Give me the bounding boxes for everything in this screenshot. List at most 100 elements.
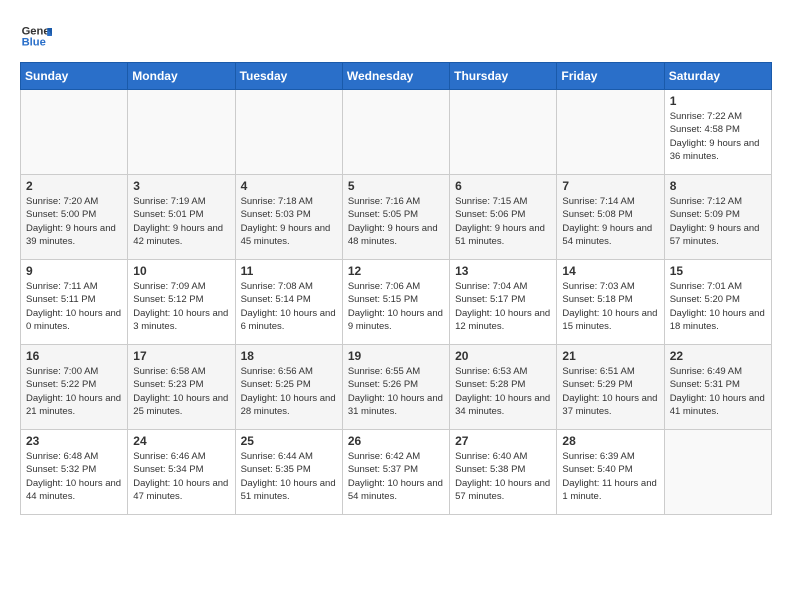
calendar-cell [557, 90, 664, 175]
calendar-cell [128, 90, 235, 175]
calendar-cell: 5Sunrise: 7:16 AM Sunset: 5:05 PM Daylig… [342, 175, 449, 260]
week-row-5: 23 Sunrise: 6:48 AM Sunset: 5:32 PM Dayli… [21, 430, 772, 515]
day-number: 10 [133, 264, 229, 278]
calendar-cell: 10 Sunrise: 7:09 AM Sunset: 5:12 PM Dayli… [128, 260, 235, 345]
day-info: Sunrise: 7:20 AM Sunset: 5:00 PM Dayligh… [26, 195, 122, 248]
col-header-wednesday: Wednesday [342, 63, 449, 90]
day-info: Sunrise: 6:55 AM Sunset: 5:26 PM Dayligh… [348, 365, 444, 418]
calendar-cell: 8 Sunrise: 7:12 AM Sunset: 5:09 PM Daylig… [664, 175, 771, 260]
day-info: Sunrise: 7:09 AM Sunset: 5:12 PM Dayligh… [133, 280, 229, 333]
calendar-cell: 18Sunrise: 6:56 AM Sunset: 5:25 PM Dayli… [235, 345, 342, 430]
calendar-cell: 26 Sunrise: 6:42 AM Sunset: 5:37 PM Dayli… [342, 430, 449, 515]
day-info: Sunrise: 6:42 AM Sunset: 5:37 PM Dayligh… [348, 450, 444, 503]
day-info: Sunrise: 7:16 AM Sunset: 5:05 PM Dayligh… [348, 195, 444, 248]
day-number: 19 [348, 349, 444, 363]
calendar-cell: 22 Sunrise: 6:49 AM Sunset: 5:31 PM Dayli… [664, 345, 771, 430]
col-header-sunday: Sunday [21, 63, 128, 90]
day-info: Sunrise: 6:51 AM Sunset: 5:29 PM Dayligh… [562, 365, 658, 418]
calendar-cell: 15 Sunrise: 7:01 AM Sunset: 5:20 PM Dayli… [664, 260, 771, 345]
calendar-cell: 14Sunrise: 7:03 AM Sunset: 5:18 PM Dayli… [557, 260, 664, 345]
day-number: 12 [348, 264, 444, 278]
day-number: 15 [670, 264, 766, 278]
day-number: 4 [241, 179, 337, 193]
day-info: Sunrise: 6:44 AM Sunset: 5:35 PM Dayligh… [241, 450, 337, 503]
calendar-cell: 19 Sunrise: 6:55 AM Sunset: 5:26 PM Dayli… [342, 345, 449, 430]
calendar-cell: 1 Sunrise: 7:22 AM Sunset: 4:58 PM Daylig… [664, 90, 771, 175]
calendar-cell [235, 90, 342, 175]
day-number: 7 [562, 179, 658, 193]
calendar-cell: 16 Sunrise: 7:00 AM Sunset: 5:22 PM Dayli… [21, 345, 128, 430]
col-header-thursday: Thursday [450, 63, 557, 90]
calendar-cell: 9 Sunrise: 7:11 AM Sunset: 5:11 PM Daylig… [21, 260, 128, 345]
day-info: Sunrise: 6:53 AM Sunset: 5:28 PM Dayligh… [455, 365, 551, 418]
calendar-cell: 17Sunrise: 6:58 AM Sunset: 5:23 PM Dayli… [128, 345, 235, 430]
day-info: Sunrise: 6:39 AM Sunset: 5:40 PM Dayligh… [562, 450, 658, 503]
day-info: Sunrise: 7:04 AM Sunset: 5:17 PM Dayligh… [455, 280, 551, 333]
day-info: Sunrise: 6:48 AM Sunset: 5:32 PM Dayligh… [26, 450, 122, 503]
calendar-cell: 6 Sunrise: 7:15 AM Sunset: 5:06 PM Daylig… [450, 175, 557, 260]
col-header-friday: Friday [557, 63, 664, 90]
day-number: 16 [26, 349, 122, 363]
day-number: 8 [670, 179, 766, 193]
col-header-saturday: Saturday [664, 63, 771, 90]
logo-icon: General Blue [20, 20, 52, 52]
day-number: 11 [241, 264, 337, 278]
calendar-cell: 3 Sunrise: 7:19 AM Sunset: 5:01 PM Daylig… [128, 175, 235, 260]
day-number: 6 [455, 179, 551, 193]
day-info: Sunrise: 7:12 AM Sunset: 5:09 PM Dayligh… [670, 195, 766, 248]
day-info: Sunrise: 7:08 AM Sunset: 5:14 PM Dayligh… [241, 280, 337, 333]
logo: General Blue [20, 20, 52, 52]
day-number: 28 [562, 434, 658, 448]
calendar-cell: 12 Sunrise: 7:06 AM Sunset: 5:15 PM Dayli… [342, 260, 449, 345]
day-info: Sunrise: 7:14 AM Sunset: 5:08 PM Dayligh… [562, 195, 658, 248]
day-info: Sunrise: 7:15 AM Sunset: 5:06 PM Dayligh… [455, 195, 551, 248]
calendar-cell: 11 Sunrise: 7:08 AM Sunset: 5:14 PM Dayli… [235, 260, 342, 345]
calendar-cell: 13 Sunrise: 7:04 AM Sunset: 5:17 PM Dayli… [450, 260, 557, 345]
day-number: 2 [26, 179, 122, 193]
day-info: Sunrise: 7:22 AM Sunset: 4:58 PM Dayligh… [670, 110, 766, 163]
calendar-cell [342, 90, 449, 175]
calendar-cell: 23 Sunrise: 6:48 AM Sunset: 5:32 PM Dayli… [21, 430, 128, 515]
day-info: Sunrise: 7:00 AM Sunset: 5:22 PM Dayligh… [26, 365, 122, 418]
day-number: 13 [455, 264, 551, 278]
calendar-cell: 21 Sunrise: 6:51 AM Sunset: 5:29 PM Dayli… [557, 345, 664, 430]
day-number: 26 [348, 434, 444, 448]
calendar-table: SundayMondayTuesdayWednesdayThursdayFrid… [20, 62, 772, 515]
calendar-cell: 7 Sunrise: 7:14 AM Sunset: 5:08 PM Daylig… [557, 175, 664, 260]
calendar-cell: 2 Sunrise: 7:20 AM Sunset: 5:00 PM Daylig… [21, 175, 128, 260]
day-number: 3 [133, 179, 229, 193]
day-number: 22 [670, 349, 766, 363]
page-header: General Blue [20, 20, 772, 52]
day-number: 27 [455, 434, 551, 448]
calendar-cell: 4 Sunrise: 7:18 AM Sunset: 5:03 PM Daylig… [235, 175, 342, 260]
day-number: 20 [455, 349, 551, 363]
day-number: 18 [241, 349, 337, 363]
day-info: Sunrise: 6:49 AM Sunset: 5:31 PM Dayligh… [670, 365, 766, 418]
day-info: Sunrise: 7:01 AM Sunset: 5:20 PM Dayligh… [670, 280, 766, 333]
week-row-1: 1 Sunrise: 7:22 AM Sunset: 4:58 PM Daylig… [21, 90, 772, 175]
day-number: 14 [562, 264, 658, 278]
day-info: Sunrise: 6:40 AM Sunset: 5:38 PM Dayligh… [455, 450, 551, 503]
day-number: 21 [562, 349, 658, 363]
day-info: Sunrise: 7:18 AM Sunset: 5:03 PM Dayligh… [241, 195, 337, 248]
col-header-tuesday: Tuesday [235, 63, 342, 90]
calendar-cell: 27 Sunrise: 6:40 AM Sunset: 5:38 PM Dayli… [450, 430, 557, 515]
svg-text:Blue: Blue [22, 37, 46, 49]
day-number: 1 [670, 94, 766, 108]
day-number: 9 [26, 264, 122, 278]
header-row: SundayMondayTuesdayWednesdayThursdayFrid… [21, 63, 772, 90]
day-info: Sunrise: 7:06 AM Sunset: 5:15 PM Dayligh… [348, 280, 444, 333]
day-info: Sunrise: 7:11 AM Sunset: 5:11 PM Dayligh… [26, 280, 122, 333]
calendar-cell [21, 90, 128, 175]
day-number: 25 [241, 434, 337, 448]
calendar-cell: 24 Sunrise: 6:46 AM Sunset: 5:34 PM Dayli… [128, 430, 235, 515]
day-info: Sunrise: 7:19 AM Sunset: 5:01 PM Dayligh… [133, 195, 229, 248]
week-row-2: 2 Sunrise: 7:20 AM Sunset: 5:00 PM Daylig… [21, 175, 772, 260]
day-number: 24 [133, 434, 229, 448]
calendar-cell: 20 Sunrise: 6:53 AM Sunset: 5:28 PM Dayli… [450, 345, 557, 430]
col-header-monday: Monday [128, 63, 235, 90]
day-number: 23 [26, 434, 122, 448]
week-row-3: 9 Sunrise: 7:11 AM Sunset: 5:11 PM Daylig… [21, 260, 772, 345]
calendar-cell: 25 Sunrise: 6:44 AM Sunset: 5:35 PM Dayli… [235, 430, 342, 515]
day-info: Sunrise: 6:46 AM Sunset: 5:34 PM Dayligh… [133, 450, 229, 503]
